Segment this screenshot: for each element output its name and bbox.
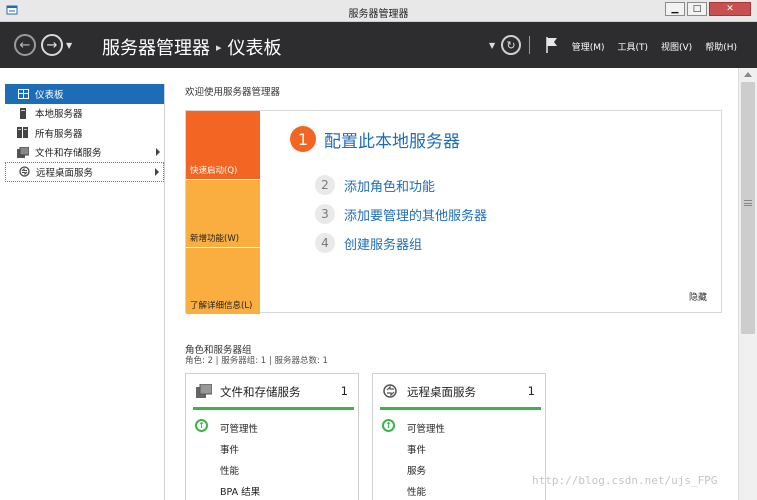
- minimize-button[interactable]: ▁: [665, 2, 685, 16]
- history-dropdown-icon[interactable]: ▼: [66, 41, 72, 50]
- tile-label: 快速启动(Q): [190, 166, 238, 176]
- card-count: 1: [340, 384, 348, 398]
- breadcrumb-root[interactable]: 服务器管理器: [102, 38, 210, 59]
- step-number-badge: 3: [315, 204, 335, 224]
- tile-label: 了解详细信息(L): [190, 301, 253, 311]
- step-number-badge: 1: [290, 126, 316, 152]
- arrow-left-icon: ←: [19, 37, 31, 53]
- quick-tiles: 快速启动(Q) 新增功能(W) 了解详细信息(L): [186, 111, 260, 314]
- status-ok-icon: ↑: [195, 419, 208, 432]
- card-title: 文件和存储服务: [220, 385, 301, 399]
- card-row-events[interactable]: 事件: [220, 442, 239, 456]
- breadcrumb-current: 仪表板: [227, 38, 282, 59]
- step-add-roles-features[interactable]: 2 添加角色和功能: [315, 175, 435, 195]
- close-button[interactable]: ✕: [709, 2, 751, 16]
- sidebar-item-label: 所有服务器: [35, 128, 83, 140]
- servers-icon: [17, 127, 29, 139]
- sidebar-item-label: 远程桌面服务: [36, 167, 94, 179]
- role-card-remote-desktop[interactable]: 远程桌面服务 1 ↑ 可管理性 事件 服务 性能: [372, 373, 546, 500]
- step-link[interactable]: 配置此本地服务器: [324, 127, 460, 152]
- server-icon: [17, 107, 29, 119]
- maximize-button[interactable]: □: [687, 2, 707, 16]
- menu-manage[interactable]: 管理(M): [572, 40, 605, 53]
- forward-button[interactable]: →: [41, 34, 63, 56]
- window-controls: ▁ □ ✕: [665, 2, 751, 18]
- tile-label: 新增功能(W): [190, 234, 240, 244]
- window-titlebar: 服务器管理器 ▁ □ ✕: [0, 0, 757, 22]
- step-configure-local-server[interactable]: 1 配置此本地服务器: [290, 126, 460, 152]
- step-link[interactable]: 添加角色和功能: [344, 176, 435, 195]
- step-link[interactable]: 创建服务器组: [344, 234, 422, 253]
- file-storage-icon: [17, 146, 29, 158]
- breadcrumb-separator-icon: ▸: [216, 41, 222, 54]
- expand-arrow-icon[interactable]: [155, 168, 159, 176]
- step-add-other-servers[interactable]: 3 添加要管理的其他服务器: [315, 204, 487, 224]
- welcome-heading: 欢迎使用服务器管理器: [185, 87, 281, 98]
- card-row-manageability[interactable]: 可管理性: [220, 421, 258, 435]
- card-row-services[interactable]: 服务: [407, 463, 426, 477]
- scroll-up-arrow-icon[interactable]: [744, 72, 752, 77]
- scroll-thumb[interactable]: [741, 82, 755, 334]
- scroll-grip-icon: [744, 200, 752, 206]
- card-row-bpa[interactable]: BPA 结果: [220, 484, 260, 498]
- role-card-file-storage[interactable]: 文件和存储服务 1 ↑ 可管理性 事件 性能 BPA 结果: [185, 373, 359, 500]
- sidebar-item-label: 本地服务器: [35, 109, 83, 121]
- tile-quick-start[interactable]: 快速启动(Q): [186, 111, 260, 179]
- sidebar-item-remote-desktop[interactable]: 远程桌面服务: [5, 162, 164, 182]
- file-storage-icon: [196, 384, 212, 398]
- sidebar-item-dashboard[interactable]: 仪表板: [5, 84, 164, 104]
- refresh-icon[interactable]: ↻: [501, 35, 521, 55]
- tile-whats-new[interactable]: 新增功能(W): [186, 179, 260, 247]
- window-title: 服务器管理器: [348, 9, 409, 20]
- card-row-performance[interactable]: 性能: [220, 463, 239, 477]
- sidebar: 仪表板 本地服务器 所有服务器 文件和存储服务 远程桌面服务: [5, 84, 165, 500]
- remote-desktop-icon: [18, 166, 30, 177]
- arrow-right-icon: →: [46, 37, 58, 53]
- menu-tools[interactable]: 工具(T): [617, 40, 648, 53]
- tile-learn-more[interactable]: 了解详细信息(L): [186, 247, 260, 314]
- menu-help[interactable]: 帮助(H): [705, 40, 737, 53]
- card-header[interactable]: 远程桌面服务 1: [373, 374, 545, 405]
- card-row-events[interactable]: 事件: [407, 442, 426, 456]
- welcome-tile-panel: 快速启动(Q) 新增功能(W) 了解详细信息(L) 1 配置此本地服务器 2 添…: [185, 110, 722, 314]
- card-row-performance[interactable]: 性能: [407, 484, 426, 498]
- roles-summary: 角色: 2 | 服务器组: 1 | 服务器总数: 1: [185, 356, 328, 366]
- card-title: 远程桌面服务: [407, 385, 476, 399]
- navigation-header: ← → ▼ 服务器管理器 ▸ 仪表板 ▼ ↻ 管理(M) 工具(T) 视图(V) 帮…: [0, 22, 757, 68]
- sidebar-item-label: 文件和存储服务: [35, 148, 102, 160]
- dashboard-icon: [17, 88, 29, 99]
- step-link[interactable]: 添加要管理的其他服务器: [344, 205, 487, 224]
- notifications-flag-icon[interactable]: [545, 36, 559, 54]
- watermark-text: http://blog.csdn.net/ujs_FPG: [532, 474, 718, 487]
- step-number-badge: 4: [315, 233, 335, 253]
- sidebar-item-label: 仪表板: [35, 89, 64, 101]
- breadcrumb: 服务器管理器 ▸ 仪表板: [102, 34, 282, 60]
- expand-arrow-icon[interactable]: [156, 147, 160, 156]
- status-ok-icon: ↑: [382, 419, 395, 432]
- back-button[interactable]: ←: [14, 34, 36, 56]
- card-status-bar: [380, 407, 541, 410]
- sidebar-item-file-storage[interactable]: 文件和存储服务: [5, 143, 164, 163]
- dashboard-content: 欢迎使用服务器管理器 快速启动(Q) 新增功能(W) 了解详细信息(L) 1 配…: [166, 68, 738, 500]
- card-count: 1: [527, 384, 535, 398]
- menu-bar: 管理(M) 工具(T) 视图(V) 帮助(H): [572, 40, 737, 53]
- remote-desktop-icon: [383, 384, 397, 398]
- menu-view[interactable]: 视图(V): [661, 40, 692, 53]
- hide-link[interactable]: 隐藏: [689, 290, 707, 303]
- refresh-dropdown-icon[interactable]: ▼: [489, 41, 495, 50]
- step-create-server-group[interactable]: 4 创建服务器组: [315, 233, 422, 253]
- vertical-scrollbar[interactable]: [738, 68, 757, 500]
- header-divider: [529, 36, 530, 54]
- step-number-badge: 2: [315, 175, 335, 195]
- card-status-bar: [193, 407, 354, 410]
- sidebar-item-local-server[interactable]: 本地服务器: [5, 104, 164, 124]
- card-header[interactable]: 文件和存储服务 1: [186, 374, 358, 405]
- sidebar-item-all-servers[interactable]: 所有服务器: [5, 123, 164, 143]
- card-row-manageability[interactable]: 可管理性: [407, 421, 445, 435]
